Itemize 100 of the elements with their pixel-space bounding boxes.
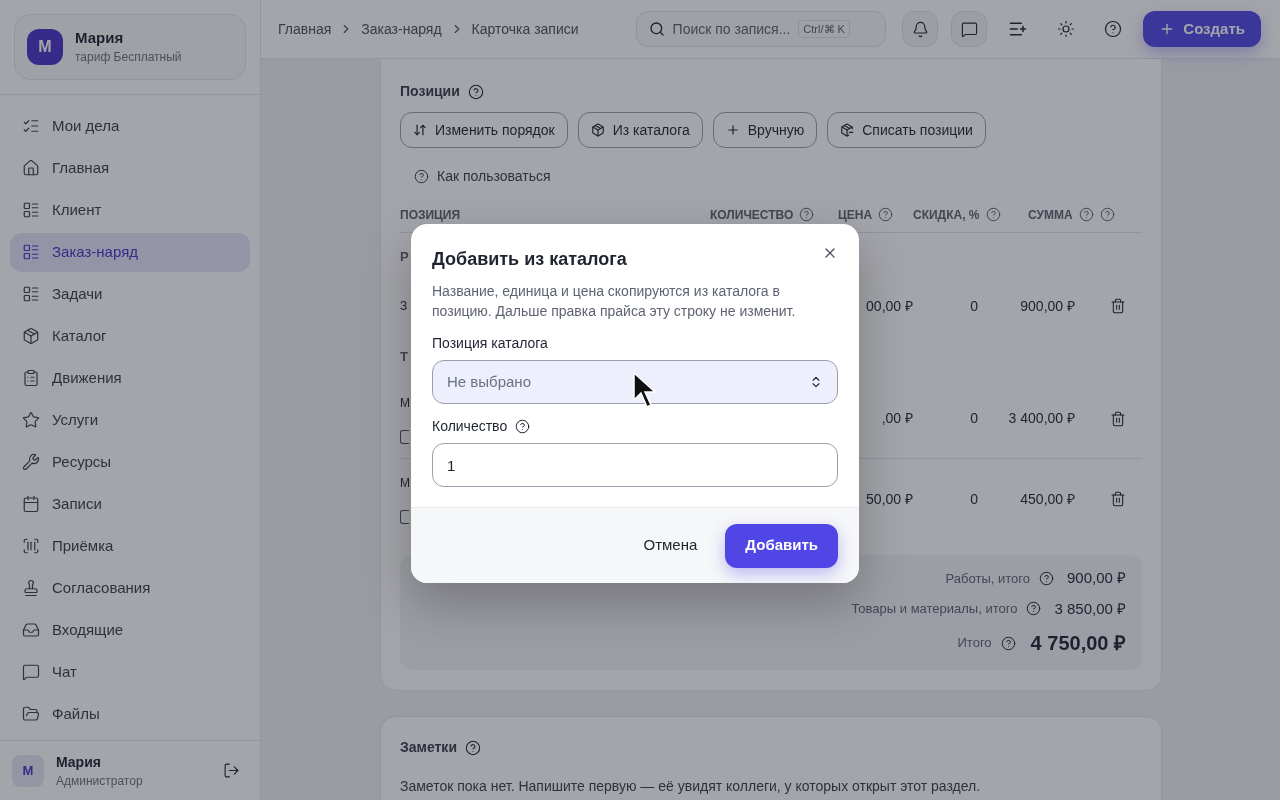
help-icon[interactable]: [1038, 570, 1054, 586]
sidebar-item[interactable]: Мои дела: [10, 106, 250, 146]
section-title: Заметки: [400, 738, 457, 757]
sidebar-item[interactable]: Записи: [10, 484, 250, 524]
logout-icon[interactable]: [223, 762, 240, 779]
sum-cell-text: 3 400,00 ₽: [1007, 409, 1075, 428]
sidebar-item[interactable]: Главная: [10, 148, 250, 188]
sidebar-item[interactable]: Заказ-наряд: [10, 232, 250, 272]
help-icon[interactable]: [1104, 20, 1123, 38]
select-placeholder: Не выбрано: [447, 371, 531, 392]
select-field[interactable]: Не выбрано: [432, 360, 838, 404]
sidebar-item[interactable]: Приёмка: [10, 526, 250, 566]
help-icon[interactable]: [515, 419, 531, 434]
wrench-icon: [22, 453, 40, 471]
column-header: ПОЗИЦИЯ: [400, 206, 461, 224]
discount-cell-text: 0: [969, 489, 978, 509]
checklist-icon: [22, 117, 40, 135]
help-icon[interactable]: [467, 83, 484, 100]
action-button[interactable]: Из каталога: [577, 112, 703, 148]
help-icon[interactable]: [465, 739, 481, 756]
sidebar-item[interactable]: Согласования: [10, 568, 250, 608]
box-icon: [22, 327, 40, 345]
total-label: Итого: [957, 634, 992, 653]
discount-cell-text: 0: [969, 296, 978, 316]
list-icon: [22, 201, 40, 219]
chat-icon: [960, 20, 978, 38]
sidebar-item[interactable]: Движения: [10, 358, 250, 398]
delete-icon[interactable]: [1110, 491, 1126, 507]
bell-icon: [911, 20, 929, 38]
column-header: СКИДКА, %: [913, 206, 980, 224]
avatar: М: [12, 754, 44, 787]
section-title: Позиции: [400, 82, 460, 101]
sidebar-item[interactable]: Ресурсы: [10, 442, 250, 482]
empty-notes-text: Заметок пока нет. Напишите первую — её увидят коллеги, у которых открыт этот раздел.: [400, 777, 982, 796]
help-icon: [414, 169, 429, 184]
total-value: 4 750,00 ₽: [1030, 631, 1126, 656]
list-add-icon[interactable]: [1008, 19, 1029, 39]
help-link[interactable]: Как пользоваться: [414, 166, 1142, 187]
group-label: Т: [400, 348, 408, 367]
field-label: Количество: [432, 417, 508, 436]
list-icon: [22, 243, 40, 261]
star-icon: [22, 411, 40, 429]
search-field[interactable]: Поиск по запися... Ctrl/⌘ K: [635, 11, 886, 47]
help-icon[interactable]: [1026, 601, 1042, 617]
field-label: Позиция каталога: [432, 334, 548, 353]
cancel-button[interactable]: Отмена: [643, 534, 698, 557]
sort-icon: [413, 123, 427, 137]
avatar: М: [27, 29, 63, 65]
shortcut-hint: Ctrl/⌘ K: [798, 19, 850, 39]
breadcrumb-link[interactable]: Заказ-наряд: [361, 18, 442, 40]
column-header: ЦЕНА: [838, 206, 873, 224]
chat-icon: [22, 663, 40, 681]
sum-cell-text: 900,00 ₽: [1019, 296, 1075, 316]
sidebar-item[interactable]: Клиент: [10, 190, 250, 230]
action-button[interactable]: Вручную: [712, 112, 818, 148]
home-icon: [22, 159, 40, 177]
plan-label: тариф Бесплатный: [75, 49, 182, 66]
column-header: КОЛИЧЕСТВО: [710, 206, 794, 224]
dialog-title: Добавить из каталога: [432, 248, 627, 271]
inbox-icon: [22, 621, 40, 639]
delete-icon[interactable]: [1110, 298, 1126, 314]
checkbox[interactable]: [400, 429, 409, 444]
item-name: М: [400, 475, 410, 492]
input-field[interactable]: 1: [432, 443, 838, 487]
price-cell-text: 50,00 ₽: [865, 489, 913, 509]
sidebar-item[interactable]: Каталог: [10, 316, 250, 356]
column-header: СУММА: [1028, 206, 1073, 224]
profile-card[interactable]: М Мария тариф Бесплатный: [14, 14, 246, 80]
theme-icon[interactable]: [1057, 20, 1076, 38]
box-icon: [840, 123, 855, 137]
total-value: 900,00 ₽: [1066, 568, 1126, 588]
chat-button[interactable]: [951, 11, 988, 47]
submit-button[interactable]: Добавить: [725, 523, 838, 568]
create-button[interactable]: Создать: [1143, 11, 1261, 47]
discount-cell-text: 0: [969, 409, 978, 428]
folder-icon: [22, 705, 40, 723]
sidebar-item[interactable]: Чат: [10, 652, 250, 692]
notifications-button[interactable]: [902, 11, 939, 47]
price-cell-text: ,00 ₽: [880, 409, 913, 428]
breadcrumb-link[interactable]: Главная: [278, 18, 332, 40]
search-placeholder: Поиск по запися...: [672, 19, 791, 39]
price-cell-text: 00,00 ₽: [865, 296, 913, 316]
sidebar-item[interactable]: Входящие: [10, 610, 250, 650]
barcode-scan-icon: [22, 537, 40, 555]
sidebar-item[interactable]: Задачи: [10, 274, 250, 314]
checkbox[interactable]: [400, 510, 409, 524]
help-icon[interactable]: [1000, 635, 1016, 651]
profile-name: Мария: [75, 28, 125, 48]
total-label: Товары и материалы, итого: [851, 600, 1018, 618]
stamp-icon: [22, 579, 40, 597]
delete-icon[interactable]: [1110, 410, 1126, 427]
sum-cell-text: 450,00 ₽: [1019, 489, 1075, 509]
action-button[interactable]: Списать позиции: [827, 112, 986, 148]
plus-icon: [725, 123, 740, 137]
action-button[interactable]: Изменить порядок: [400, 112, 568, 148]
item-name: М: [400, 394, 410, 412]
sidebar-item[interactable]: Услуги: [10, 400, 250, 440]
box-icon: [590, 123, 605, 137]
user-name: Мария: [56, 752, 102, 772]
sidebar-item[interactable]: Файлы: [10, 694, 250, 734]
